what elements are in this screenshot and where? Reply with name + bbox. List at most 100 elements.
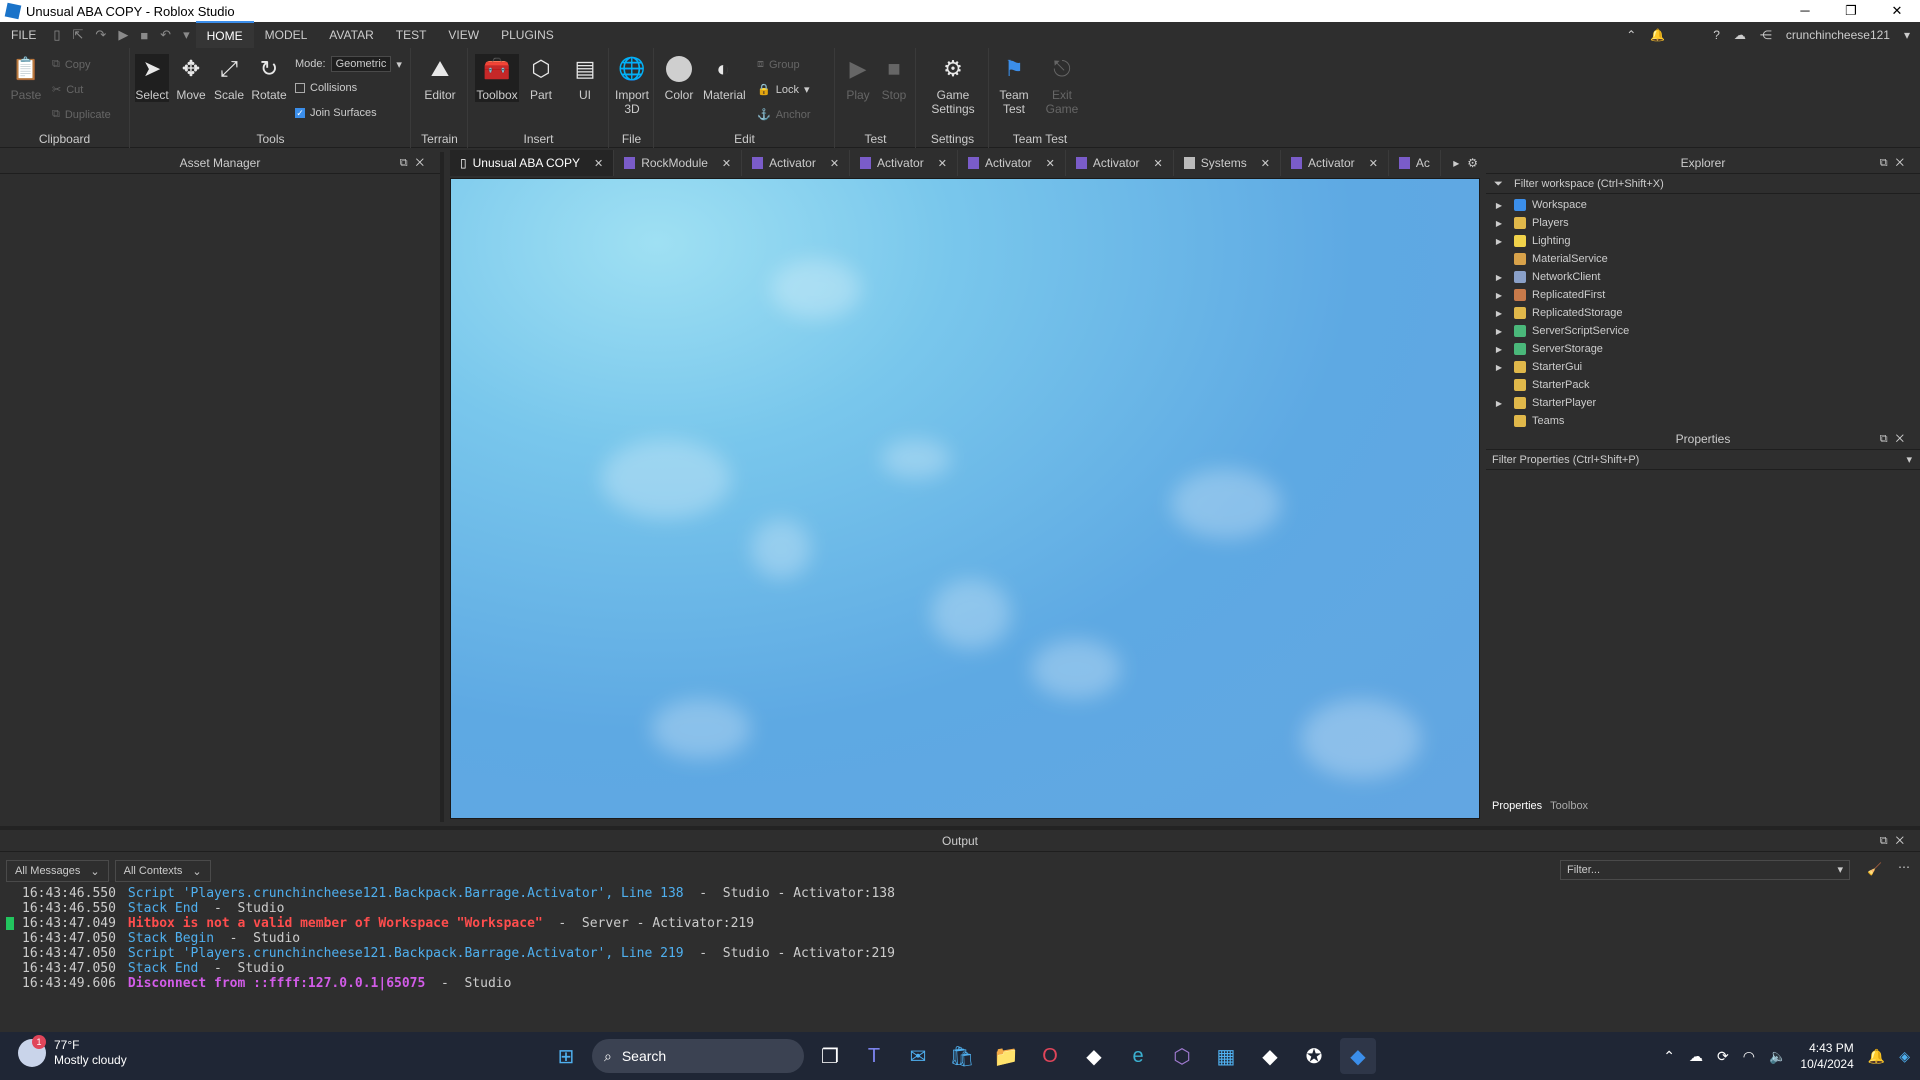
stop-button[interactable]: ■ Stop xyxy=(874,54,914,102)
color-button[interactable]: Color xyxy=(659,54,699,102)
close-tab-icon[interactable]: ✕ xyxy=(722,157,731,170)
play-disabled-icon[interactable]: ▶ xyxy=(112,27,134,43)
expand-arrow-icon[interactable]: ▶ xyxy=(1486,201,1506,210)
output-message[interactable]: Script 'Players.crunchincheese121.Backpa… xyxy=(128,946,684,961)
explorer-item[interactable]: ▶ Workspace xyxy=(1486,196,1920,214)
notification-bell-icon[interactable]: 🔔 xyxy=(1868,1048,1885,1065)
windows-start-icon[interactable]: ⊞ xyxy=(548,1038,584,1074)
tab-script[interactable]: Activator ✕ xyxy=(850,150,958,176)
clock[interactable]: 4:43 PM 10/4/2024 xyxy=(1800,1040,1853,1072)
roblox-player-icon[interactable]: ◆ xyxy=(1252,1038,1288,1074)
close-tab-icon[interactable]: ✕ xyxy=(594,157,603,170)
tab-script[interactable]: Activator ✕ xyxy=(958,150,1066,176)
copy-button[interactable]: ⧉ Copy xyxy=(52,58,91,71)
explorer-item[interactable]: ▶ StarterGui xyxy=(1486,358,1920,376)
output-message[interactable]: Disconnect from ::ffff:127.0.0.1|65075 xyxy=(128,976,425,991)
menu-plugins[interactable]: PLUGINS xyxy=(490,22,565,48)
play-button[interactable]: ▶ Play xyxy=(838,54,878,102)
explorer-item[interactable]: ▶ ServerScriptService xyxy=(1486,322,1920,340)
output-message[interactable]: Stack End xyxy=(128,961,198,976)
paste-button[interactable]: 📋 Paste xyxy=(6,54,46,102)
show-hidden-icons-icon[interactable]: ⌃ xyxy=(1663,1048,1675,1065)
output-message[interactable]: Hitbox is not a valid member of Workspac… xyxy=(128,916,543,931)
output-message[interactable]: Stack End xyxy=(128,901,198,916)
terrain-editor-button[interactable]: ⛰ Editor xyxy=(420,54,460,102)
sync-icon[interactable]: ⟳ xyxy=(1717,1048,1729,1065)
tab-script[interactable]: Ac xyxy=(1389,150,1441,176)
mode-dropdown[interactable]: Geometric xyxy=(330,56,392,72)
exit-game-button[interactable]: ⎋ Exit Game xyxy=(1042,54,1082,116)
select-button[interactable]: ➤ Select xyxy=(135,54,169,102)
menu-file[interactable]: FILE xyxy=(0,22,47,48)
explorer-item[interactable]: ▶ ReplicatedFirst xyxy=(1486,286,1920,304)
app-icon[interactable]: ✪ xyxy=(1296,1038,1332,1074)
store-icon[interactable]: 🛍 xyxy=(944,1038,980,1074)
more-options-icon[interactable]: ⋯ xyxy=(1898,860,1910,874)
close-tab-icon[interactable]: ✕ xyxy=(1046,157,1055,170)
expand-arrow-icon[interactable]: ▶ xyxy=(1486,327,1506,336)
weather-widget[interactable]: 1 77°F Mostly cloudy xyxy=(18,1035,127,1068)
user-dropdown-icon[interactable]: ▾ xyxy=(1904,28,1910,42)
close-icon[interactable]: ✕ xyxy=(1896,835,1912,847)
tab-script[interactable]: Activator ✕ xyxy=(1281,150,1389,176)
all-messages-dropdown[interactable]: All Messages ⌄ xyxy=(6,860,109,882)
explorer-item[interactable]: ▶ Lighting xyxy=(1486,232,1920,250)
undock-icon[interactable]: ⧉ xyxy=(1880,835,1896,847)
explorer-item[interactable]: ▶ NetworkClient xyxy=(1486,268,1920,286)
tab-settings-gear-icon[interactable]: ⚙ xyxy=(1463,156,1482,170)
opera-icon[interactable]: O xyxy=(1032,1038,1068,1074)
tab-toolbox[interactable]: Toolbox xyxy=(1550,800,1588,818)
tab-properties[interactable]: Properties xyxy=(1492,800,1542,818)
clear-output-broom-icon[interactable]: 🧹 xyxy=(1867,862,1882,876)
tab-scroll-right-icon[interactable]: ▸ xyxy=(1449,156,1463,170)
move-button[interactable]: ✥ Move xyxy=(171,54,211,102)
3d-viewport[interactable] xyxy=(450,178,1480,819)
app-icon[interactable]: ⬡ xyxy=(1164,1038,1200,1074)
task-view-icon[interactable]: ❐ xyxy=(812,1038,848,1074)
undock-icon[interactable]: ⧉ xyxy=(1880,157,1896,169)
properties-filter-input[interactable]: Filter Properties (Ctrl+Shift+P) ▾ xyxy=(1486,450,1920,470)
stop-disabled-icon[interactable]: ■ xyxy=(134,28,154,43)
mode-selector[interactable]: Mode: Geometric ▾ xyxy=(295,56,402,72)
username[interactable]: crunchincheese121 xyxy=(1786,28,1890,42)
close-button[interactable]: ✕ xyxy=(1874,0,1920,22)
undo-icon[interactable]: ↶ xyxy=(154,27,177,43)
menu-model[interactable]: MODEL xyxy=(254,22,319,48)
close-icon[interactable]: ✕ xyxy=(1896,157,1912,169)
close-icon[interactable]: ✕ xyxy=(416,157,432,169)
duplicate-button[interactable]: ⧉ Duplicate xyxy=(52,108,111,121)
tab-script[interactable]: Systems ✕ xyxy=(1174,150,1281,176)
close-tab-icon[interactable]: ✕ xyxy=(830,157,839,170)
menu-view[interactable]: VIEW xyxy=(437,22,490,48)
collapse-ribbon-icon[interactable]: ⌃ xyxy=(1626,28,1636,42)
tab-script[interactable]: RockModule ✕ xyxy=(614,150,743,176)
team-test-button[interactable]: ⚑ Team Test xyxy=(994,54,1034,116)
import-3d-button[interactable]: 🌐 Import 3D xyxy=(612,54,652,116)
cut-button[interactable]: ✂ Cut xyxy=(52,83,83,97)
notifications-icon[interactable]: 🔔 xyxy=(1650,28,1665,42)
undock-icon[interactable]: ⧉ xyxy=(400,157,416,169)
scale-button[interactable]: ⤢ Scale xyxy=(209,54,249,102)
expand-arrow-icon[interactable]: ▶ xyxy=(1486,399,1506,408)
expand-arrow-icon[interactable]: ▶ xyxy=(1486,309,1506,318)
app-icon[interactable]: ▦ xyxy=(1208,1038,1244,1074)
edge-icon[interactable]: e xyxy=(1120,1038,1156,1074)
menu-test[interactable]: TEST xyxy=(385,22,438,48)
output-filter-input[interactable]: Filter... ▾ xyxy=(1560,860,1850,880)
all-contexts-dropdown[interactable]: All Contexts ⌄ xyxy=(114,860,211,882)
close-tab-icon[interactable]: ✕ xyxy=(938,157,947,170)
taskbar-search[interactable]: ⌕ Search xyxy=(592,1039,804,1073)
onedrive-icon[interactable]: ☁ xyxy=(1689,1048,1703,1065)
join-surfaces-checkbox[interactable]: ✓ Join Surfaces xyxy=(295,107,377,119)
explorer-item[interactable]: ▶ ServerStorage xyxy=(1486,340,1920,358)
cloud-icon[interactable]: ☁ xyxy=(1734,28,1746,42)
collisions-checkbox[interactable]: Collisions xyxy=(295,82,357,94)
expand-arrow-icon[interactable]: ▶ xyxy=(1486,291,1506,300)
output-message[interactable]: Script 'Players.crunchincheese121.Backpa… xyxy=(128,886,684,901)
volume-icon[interactable]: 🔈 xyxy=(1769,1048,1786,1065)
help-icon[interactable]: ? xyxy=(1713,28,1720,42)
material-button[interactable]: ◐ Material xyxy=(703,54,746,102)
publish-icon[interactable]: ⇱ xyxy=(67,27,90,43)
explorer-item[interactable]: StarterPack xyxy=(1486,376,1920,394)
customize-dropdown-icon[interactable]: ▾ xyxy=(177,27,196,43)
